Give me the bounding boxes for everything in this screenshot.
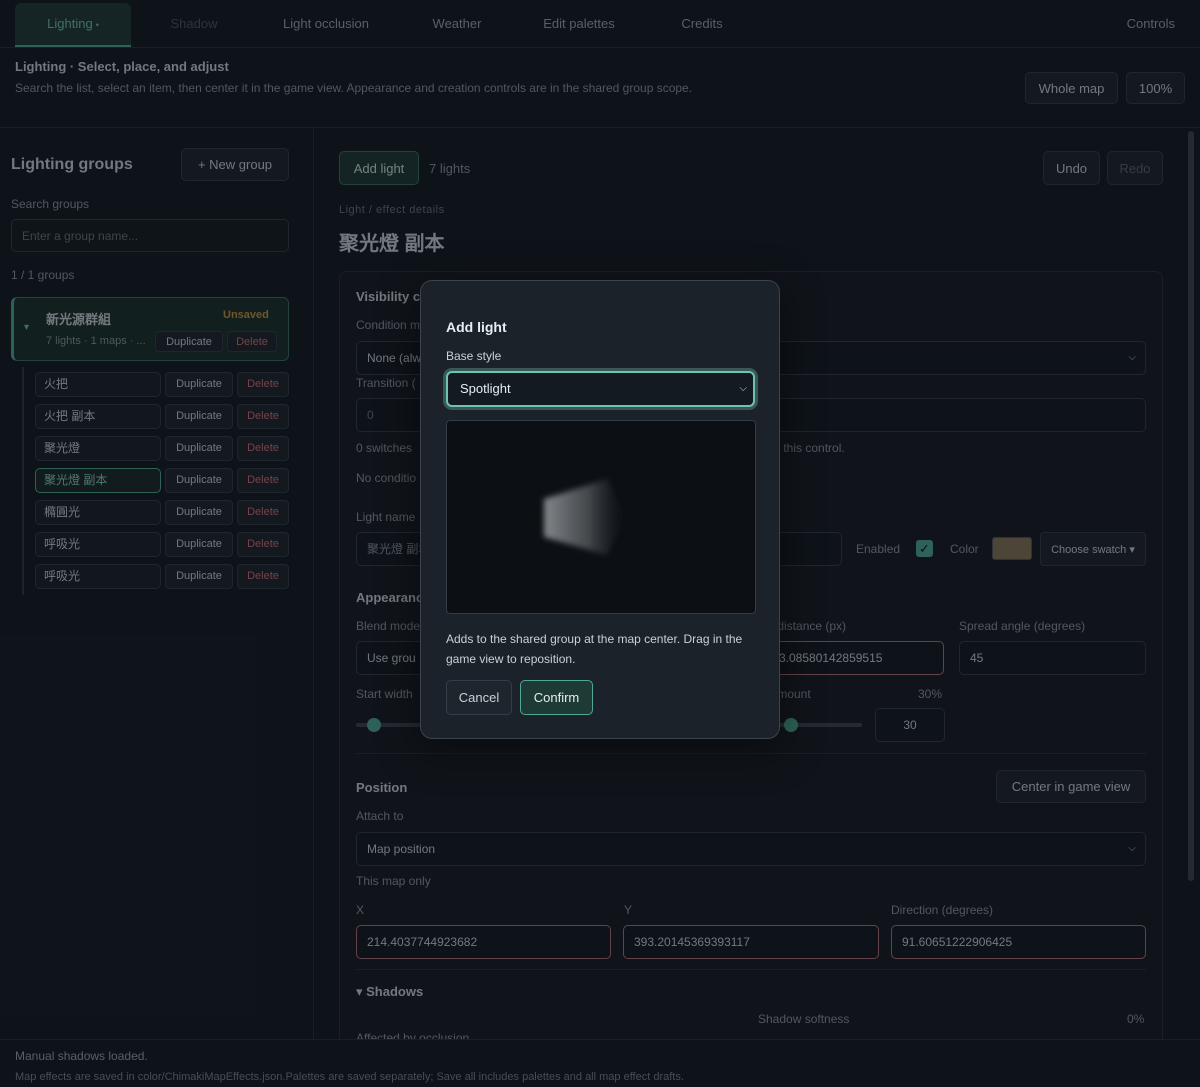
light-beam (544, 479, 625, 555)
dialog-hint: Adds to the shared group at the map cent… (446, 632, 743, 666)
confirm-button[interactable]: Confirm (520, 680, 593, 715)
light-preview (446, 420, 756, 614)
base-style-value: Spotlight (460, 381, 511, 396)
add-light-dialog: Add light Base style Spotlight ⌵ Adds to … (420, 280, 780, 739)
dialog-title: Add light (446, 319, 507, 335)
spotlight-preview-graphic (544, 479, 625, 555)
cancel-button[interactable]: Cancel (446, 680, 512, 715)
chevron-down-icon: ⌵ (739, 383, 747, 394)
base-style-label: Base style (446, 349, 502, 363)
base-style-select[interactable]: Spotlight ⌵ (446, 371, 755, 407)
